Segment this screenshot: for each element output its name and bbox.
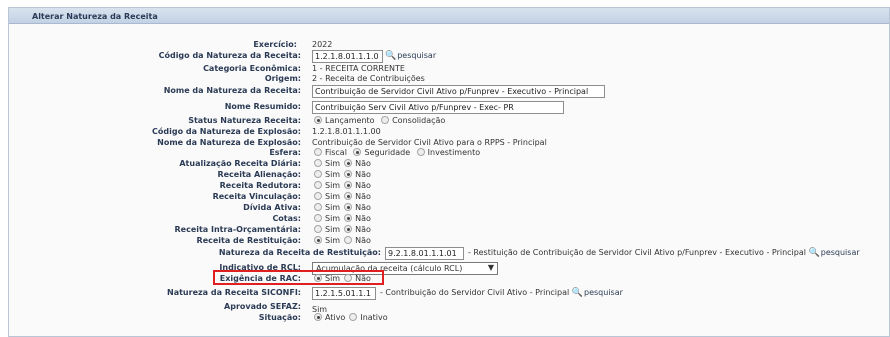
- row-nome-explosao: Nome da Natureza de Explosão: Contribuiç…: [0, 138, 890, 148]
- esfera-investimento-radio[interactable]: [416, 148, 425, 156]
- search-icon: 🔍: [571, 288, 583, 298]
- atualizacao-sim-radio[interactable]: [314, 159, 322, 167]
- row-nome: Nome da Natureza da Receita: Contribuiçã…: [0, 85, 890, 98]
- codigo-search-link[interactable]: 🔍pesquisar: [385, 51, 436, 61]
- row-vinculacao: Receita Vinculação: Sim Não: [212, 192, 371, 201]
- esfera-seguridade-radio[interactable]: [353, 148, 362, 156]
- row-cotas: Cotas: Sim Não: [272, 214, 371, 223]
- vinculacao-sim-radio[interactable]: [314, 192, 322, 200]
- redutora-nao-radio[interactable]: [344, 181, 353, 189]
- divida-sim-radio[interactable]: [314, 203, 322, 211]
- row-esfera: Esfera: Fiscal Seguridade Investimento: [269, 148, 481, 157]
- cotas-nao-radio[interactable]: [344, 214, 353, 222]
- siconfi-desc: - Contribuição do Servidor Civil Ativo -…: [380, 288, 623, 298]
- row-status: Status Natureza Receita: Lançamento Cons…: [188, 116, 446, 125]
- search-icon: 🔍: [808, 248, 820, 258]
- cod-explosao-label: Código da Natureza de Explosão:: [152, 127, 301, 136]
- row-redutora: Receita Redutora: Sim Não: [219, 181, 371, 190]
- redutora-sim-radio[interactable]: [314, 181, 322, 189]
- row-cod-explosao: Código da Natureza de Explosão: 1.2.1.8.…: [0, 127, 890, 137]
- natureza-restituicao-search-link[interactable]: 🔍pesquisar: [808, 248, 860, 258]
- search-icon: 🔍: [385, 51, 397, 61]
- situacao-ativo-radio[interactable]: [314, 313, 322, 321]
- row-alienacao: Receita Alienação: Sim Não: [217, 170, 371, 179]
- natureza-restituicao-input[interactable]: 9.2.1.8.01.1.1.01: [385, 247, 464, 260]
- panel-title: Alterar Natureza da Receita: [9, 8, 889, 24]
- restituicao-label: Receita de Restituição:: [196, 236, 301, 245]
- siconfi-input[interactable]: 1.2.1.5.01.1.1: [312, 287, 376, 300]
- row-divida: Dívida Ativa: Sim Não: [243, 203, 371, 212]
- siconfi-label: Natureza da Receita SICONFI:: [167, 288, 301, 297]
- divida-nao-radio[interactable]: [344, 203, 353, 211]
- restituicao-nao-radio[interactable]: [344, 236, 353, 244]
- row-nome-resumido: Nome Resumido: Contribuição Serv Civil A…: [0, 101, 890, 114]
- natureza-restituicao-desc: - Restituição de Contribuição de Servido…: [468, 248, 860, 258]
- exercicio-label: Exercício:: [253, 40, 297, 49]
- nome-input[interactable]: Contribuição de Servidor Civil Ativo p/F…: [312, 85, 605, 98]
- exercicio-value: 2022: [312, 40, 333, 49]
- row-indicativo-rcl: Indicativo de RCL: Acumulação da receita…: [0, 262, 890, 275]
- cod-explosao-value: 1.2.1.8.01.1.1.00: [312, 127, 381, 136]
- row-situacao: Situação: Ativo Inativo: [258, 313, 388, 322]
- categoria-value: 1 - RECEITA CORRENTE: [312, 64, 405, 73]
- categoria-label: Categoria Econômica:: [203, 64, 301, 73]
- vinculacao-label: Receita Vinculação:: [212, 192, 301, 201]
- nome-explosao-label: Nome da Natureza de Explosão:: [157, 138, 301, 147]
- nome-label: Nome da Natureza da Receita:: [163, 86, 301, 95]
- atualizacao-nao-radio[interactable]: [344, 159, 353, 167]
- row-siconfi: Natureza da Receita SICONFI: 1.2.1.5.01.…: [0, 287, 890, 300]
- aprovado-label: Aprovado SEFAZ:: [224, 302, 301, 311]
- vinculacao-nao-radio[interactable]: [344, 192, 353, 200]
- nome-explosao-value: Contribuição de Servidor Civil Ativo par…: [312, 138, 547, 147]
- row-categoria: Categoria Econômica: 1 - RECEITA CORRENT…: [0, 64, 890, 74]
- esfera-fiscal-radio[interactable]: [314, 148, 322, 156]
- codigo-input[interactable]: 1.2.1.8.01.1.1.0: [312, 50, 383, 63]
- codigo-label: Código da Natureza da Receita:: [158, 51, 301, 60]
- situacao-inativo-radio[interactable]: [349, 313, 358, 321]
- redutora-label: Receita Redutora:: [219, 181, 301, 190]
- row-intra: Receita Intra-Orçamentária: Sim Não: [174, 225, 371, 234]
- highlight-box: [213, 270, 384, 285]
- row-exigencia-rac: Exigência de RAC: Sim Não: [219, 274, 371, 283]
- natureza-restituicao-label: Natureza da Receita de Restituição:: [218, 248, 381, 257]
- origem-label: Origem:: [264, 74, 301, 83]
- alienacao-label: Receita Alienação:: [217, 170, 301, 179]
- nome-resumido-input[interactable]: Contribuição Serv Civil Ativo p/Funprev …: [312, 101, 564, 114]
- row-atualizacao: Atualização Receita Diária: Sim Não: [179, 159, 371, 168]
- status-consolidacao-radio[interactable]: [381, 116, 390, 124]
- situacao-label: Situação:: [258, 313, 301, 322]
- siconfi-search-link[interactable]: 🔍pesquisar: [571, 288, 623, 298]
- nome-resumido-label: Nome Resumido:: [224, 102, 301, 111]
- intra-sim-radio[interactable]: [314, 225, 322, 233]
- row-restituicao: Receita de Restituição: Sim Não: [196, 236, 371, 245]
- row-exercicio: Exercício: 2022: [0, 40, 890, 50]
- alienacao-nao-radio[interactable]: [344, 170, 353, 178]
- status-lancamento-radio[interactable]: [314, 116, 322, 124]
- row-origem: Origem: 2 - Receita de Contribuições: [0, 74, 890, 84]
- esfera-label: Esfera:: [269, 148, 301, 157]
- cotas-label: Cotas:: [272, 214, 301, 223]
- intra-label: Receita Intra-Orçamentária:: [174, 225, 301, 234]
- restituicao-sim-radio[interactable]: [314, 236, 322, 244]
- atualizacao-label: Atualização Receita Diária:: [179, 159, 301, 168]
- chevron-down-icon: ▼: [487, 263, 494, 272]
- row-codigo: Código da Natureza da Receita: 1.2.1.8.0…: [0, 50, 890, 63]
- intra-nao-radio[interactable]: [344, 225, 353, 233]
- cotas-sim-radio[interactable]: [314, 214, 322, 222]
- divida-label: Dívida Ativa:: [243, 203, 301, 212]
- alienacao-sim-radio[interactable]: [314, 170, 322, 178]
- origem-value: 2 - Receita de Contribuições: [312, 74, 425, 83]
- status-label: Status Natureza Receita:: [188, 116, 301, 125]
- row-aprovado: Aprovado SEFAZ: Sim: [0, 302, 890, 314]
- row-natureza-restituicao: Natureza da Receita de Restituição: 9.2.…: [0, 247, 890, 260]
